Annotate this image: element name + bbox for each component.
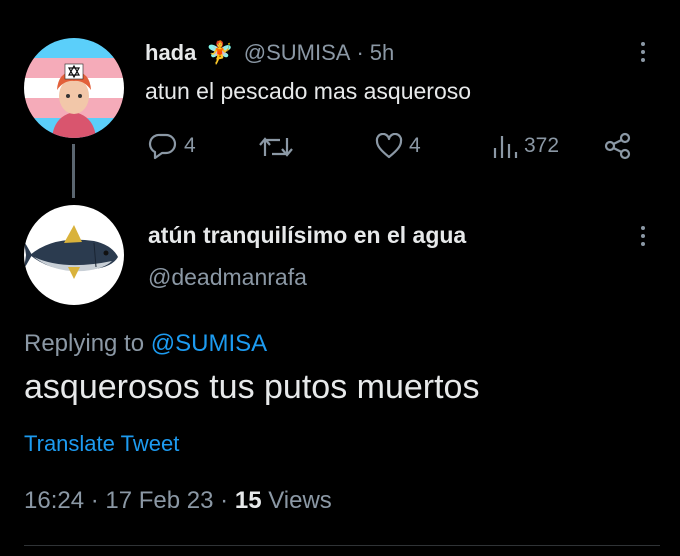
original-tweet-text: atun el pescado mas asqueroso: [145, 78, 472, 104]
views-label: Views: [268, 487, 332, 514]
retweet-icon: [259, 137, 293, 157]
tweet-date[interactable]: 17 Feb 23: [105, 487, 213, 514]
separator: ·: [356, 40, 364, 65]
tuna-avatar-image: [24, 205, 124, 305]
more-icon[interactable]: [635, 224, 651, 248]
separator: ·: [90, 487, 99, 514]
avatar-deadmanrafa[interactable]: [24, 205, 124, 305]
replying-handle-link[interactable]: @SUMISA: [151, 330, 267, 357]
more-icon[interactable]: [635, 40, 651, 64]
timestamp[interactable]: 5h: [370, 40, 394, 66]
share-icon: [604, 132, 631, 160]
display-name[interactable]: hada: [145, 40, 196, 66]
thread-line: [72, 144, 75, 198]
views-button[interactable]: 372: [492, 132, 559, 160]
trans-flag-avatar-image: [24, 38, 124, 138]
tweet-time[interactable]: 16:24: [24, 487, 84, 514]
fairy-emoji: 🧚: [206, 40, 234, 65]
like-icon: [375, 133, 403, 159]
like-button[interactable]: 4: [375, 133, 421, 159]
replying-to: Replying to @SUMISA: [24, 330, 267, 358]
original-tweet-header: hada 🧚 @SUMISA · 5h: [145, 38, 394, 68]
tweet-meta: 16:24 · 17 Feb 23 · 15 Views: [24, 487, 332, 515]
reply-icon: [148, 133, 177, 160]
handle[interactable]: @SUMISA: [244, 40, 351, 66]
like-count: 4: [409, 134, 421, 157]
reply-count: 4: [184, 134, 196, 157]
avatar-hada[interactable]: [24, 38, 124, 138]
reply-display-name[interactable]: atún tranquilísimo en el agua: [148, 222, 466, 249]
reply-handle[interactable]: @deadmanrafa: [148, 264, 307, 291]
replying-prefix: Replying to: [24, 330, 145, 357]
separator: ·: [220, 487, 229, 514]
views-icon: [493, 136, 518, 158]
reply-button[interactable]: 4: [148, 132, 196, 160]
reply-tweet-text: asquerosos tus putos muertos: [24, 368, 480, 406]
views-count: 372: [524, 134, 560, 157]
share-button[interactable]: [603, 132, 633, 165]
retweet-button[interactable]: [258, 134, 300, 160]
bottom-divider: [24, 545, 660, 546]
translate-tweet-link[interactable]: Translate Tweet: [24, 431, 179, 457]
views-count: 15: [234, 487, 262, 514]
